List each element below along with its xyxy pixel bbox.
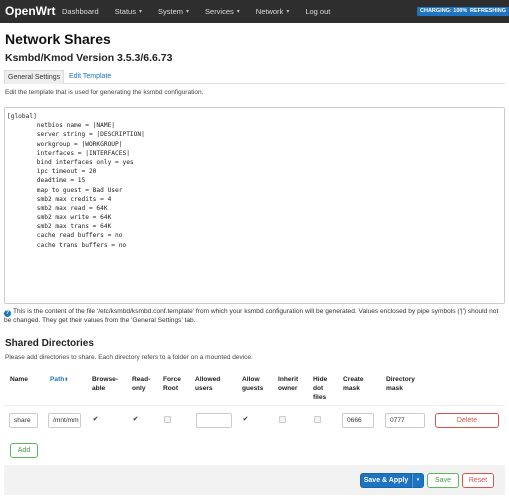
allowed-users-input[interactable]: [196, 413, 232, 428]
column-inherit-owner: Inherit owner: [278, 375, 298, 393]
menu-services-label: Services: [205, 7, 234, 16]
table-divider: [4, 405, 505, 406]
help-icon: ?: [4, 310, 11, 317]
read-only-checkbox[interactable]: ✔: [132, 416, 139, 423]
column-directory-mask-line: Directory: [386, 376, 415, 383]
column-browseable-line: Browse-: [92, 376, 119, 383]
menu-services[interactable]: Services ▾: [205, 7, 240, 16]
menu-network-label: Network: [255, 7, 284, 16]
template-description: Edit the template that is used for gener…: [5, 89, 204, 96]
menu-network[interactable]: Network ▾: [256, 7, 290, 16]
column-hide-dot-files-line: Hide: [313, 376, 328, 383]
main-menu: Dashboard Status ▾ System ▾ Services ▾ Netw…: [62, 0, 346, 23]
template-line: cache trans buffers = no: [7, 241, 127, 249]
version-subtitle: Ksmbd/Kmod Version 3.5.3/6.6.73: [5, 52, 173, 64]
tab-bar: General Settings Edit Template: [4, 70, 505, 84]
template-textarea[interactable]: [global] netbios name = |NAME| server st…: [4, 107, 505, 304]
force-root-checkbox[interactable]: [164, 416, 171, 423]
column-create-mask-line: Create: [343, 376, 364, 383]
share-name-input[interactable]: share: [9, 413, 38, 428]
shared-directories-description: Please add directories to share. Each di…: [5, 354, 253, 361]
column-force-root-line: Root: [163, 385, 179, 392]
sort-icon: ⬍: [64, 377, 69, 383]
column-directory-mask: Directory mask: [386, 375, 415, 393]
column-inherit-owner-line: owner: [278, 385, 298, 392]
save-apply-dropdown-toggle[interactable]: ▾: [412, 473, 424, 488]
create-mask-input[interactable]: 0666: [342, 413, 374, 428]
column-create-mask: Create mask: [343, 375, 364, 393]
column-force-root-line: Force: [163, 376, 181, 383]
column-allow-guests-line: Allow: [242, 376, 260, 383]
template-line: smb2 max trans = 64K: [7, 223, 112, 231]
brand-logo[interactable]: OpenWrt: [5, 4, 55, 18]
menu-system-label: System: [157, 7, 183, 16]
inherit-owner-checkbox[interactable]: [279, 416, 286, 423]
page-title: Network Shares: [5, 31, 111, 47]
menu-logout[interactable]: Log out: [305, 7, 330, 16]
column-path-label: Path: [50, 376, 65, 383]
save-apply-button[interactable]: Save & Apply: [360, 473, 412, 488]
column-allow-guests: Allow guests: [242, 375, 263, 393]
save-button[interactable]: Save: [427, 473, 459, 488]
add-share-button[interactable]: Add: [10, 443, 38, 458]
template-line: map to guest = Bad User: [7, 186, 123, 194]
column-allow-guests-line: guests: [242, 385, 264, 392]
column-force-root: Force Root: [163, 375, 181, 393]
template-line: [global]: [7, 113, 37, 120]
template-line: server string = |DESCRIPTION|: [7, 131, 145, 139]
template-line: netbios name = |NAME|: [7, 122, 116, 130]
browseable-checkbox[interactable]: ✔: [92, 416, 99, 423]
directory-mask-input[interactable]: 0777: [385, 413, 425, 428]
template-line: interfaces = |INTERFACES|: [7, 149, 130, 157]
column-directory-mask-line: mask: [386, 385, 403, 392]
template-line: deadtime = 15: [7, 177, 86, 185]
menu-dashboard-label: Dashboard: [62, 7, 99, 16]
top-navbar: OpenWrt Dashboard Status ▾ System ▾ Servic…: [0, 0, 509, 23]
refreshing-status-badge[interactable]: REFRESHING: [467, 7, 509, 16]
template-line: workgroup = |WORKGROUP|: [7, 140, 123, 148]
template-line: cache read buffers = no: [7, 232, 123, 240]
column-path[interactable]: Path⬍: [50, 375, 69, 385]
shared-directories-title: Shared Directories: [5, 338, 94, 349]
column-hide-dot-files-line: dot: [313, 385, 324, 392]
column-allowed-users-line: users: [195, 385, 213, 392]
charging-status-badge: CHARGING: 100%: [417, 7, 471, 16]
column-browseable: Browse-able: [92, 375, 118, 393]
chevron-down-icon: ▾: [138, 9, 142, 15]
column-read-only-line: Read-: [132, 376, 151, 383]
template-help: ? This is the content of the file '/etc/k…: [4, 308, 505, 325]
allow-guests-checkbox[interactable]: ✔: [242, 416, 249, 423]
column-inherit-owner-line: Inherit: [278, 376, 299, 383]
template-line: smb2 max write = 64K: [7, 214, 112, 222]
delete-share-button[interactable]: Delete: [435, 413, 499, 428]
column-browseable-line: able: [92, 385, 106, 392]
tab-edit-template[interactable]: Edit Template: [66, 70, 114, 84]
column-read-only: Read-only: [132, 375, 150, 393]
column-create-mask-line: mask: [343, 385, 360, 392]
hide-dot-files-checkbox[interactable]: [314, 416, 321, 423]
column-hide-dot-files: Hide dot files: [313, 375, 327, 402]
share-path-input[interactable]: /mnt/mm: [48, 413, 81, 428]
template-line: smb2 max credits = 4: [7, 195, 112, 203]
chevron-down-icon: ▾: [236, 9, 240, 15]
template-line: smb2 max read = 64K: [7, 204, 108, 212]
menu-dashboard[interactable]: Dashboard: [62, 7, 99, 16]
column-allowed-users-line: Allowed: [195, 376, 221, 383]
menu-system[interactable]: System ▾: [158, 7, 189, 16]
menu-status[interactable]: Status ▾: [115, 7, 142, 16]
template-help-text: This is the content of the file '/etc/ks…: [4, 308, 499, 324]
template-line: bind interfaces only = yes: [7, 158, 134, 166]
chevron-down-icon: ▾: [286, 9, 290, 15]
column-name: Name: [10, 376, 28, 383]
template-line: ipc timeout = 20: [7, 168, 97, 176]
column-allowed-users: Allowed users: [195, 375, 220, 393]
column-read-only-line: only: [132, 385, 146, 392]
menu-status-label: Status: [114, 7, 136, 16]
column-hide-dot-files-line: files: [313, 394, 327, 401]
tab-general-settings[interactable]: General Settings: [4, 70, 65, 84]
chevron-down-icon: ▾: [186, 9, 190, 15]
menu-logout-label: Log out: [305, 7, 331, 16]
reset-button[interactable]: Reset: [462, 473, 494, 488]
